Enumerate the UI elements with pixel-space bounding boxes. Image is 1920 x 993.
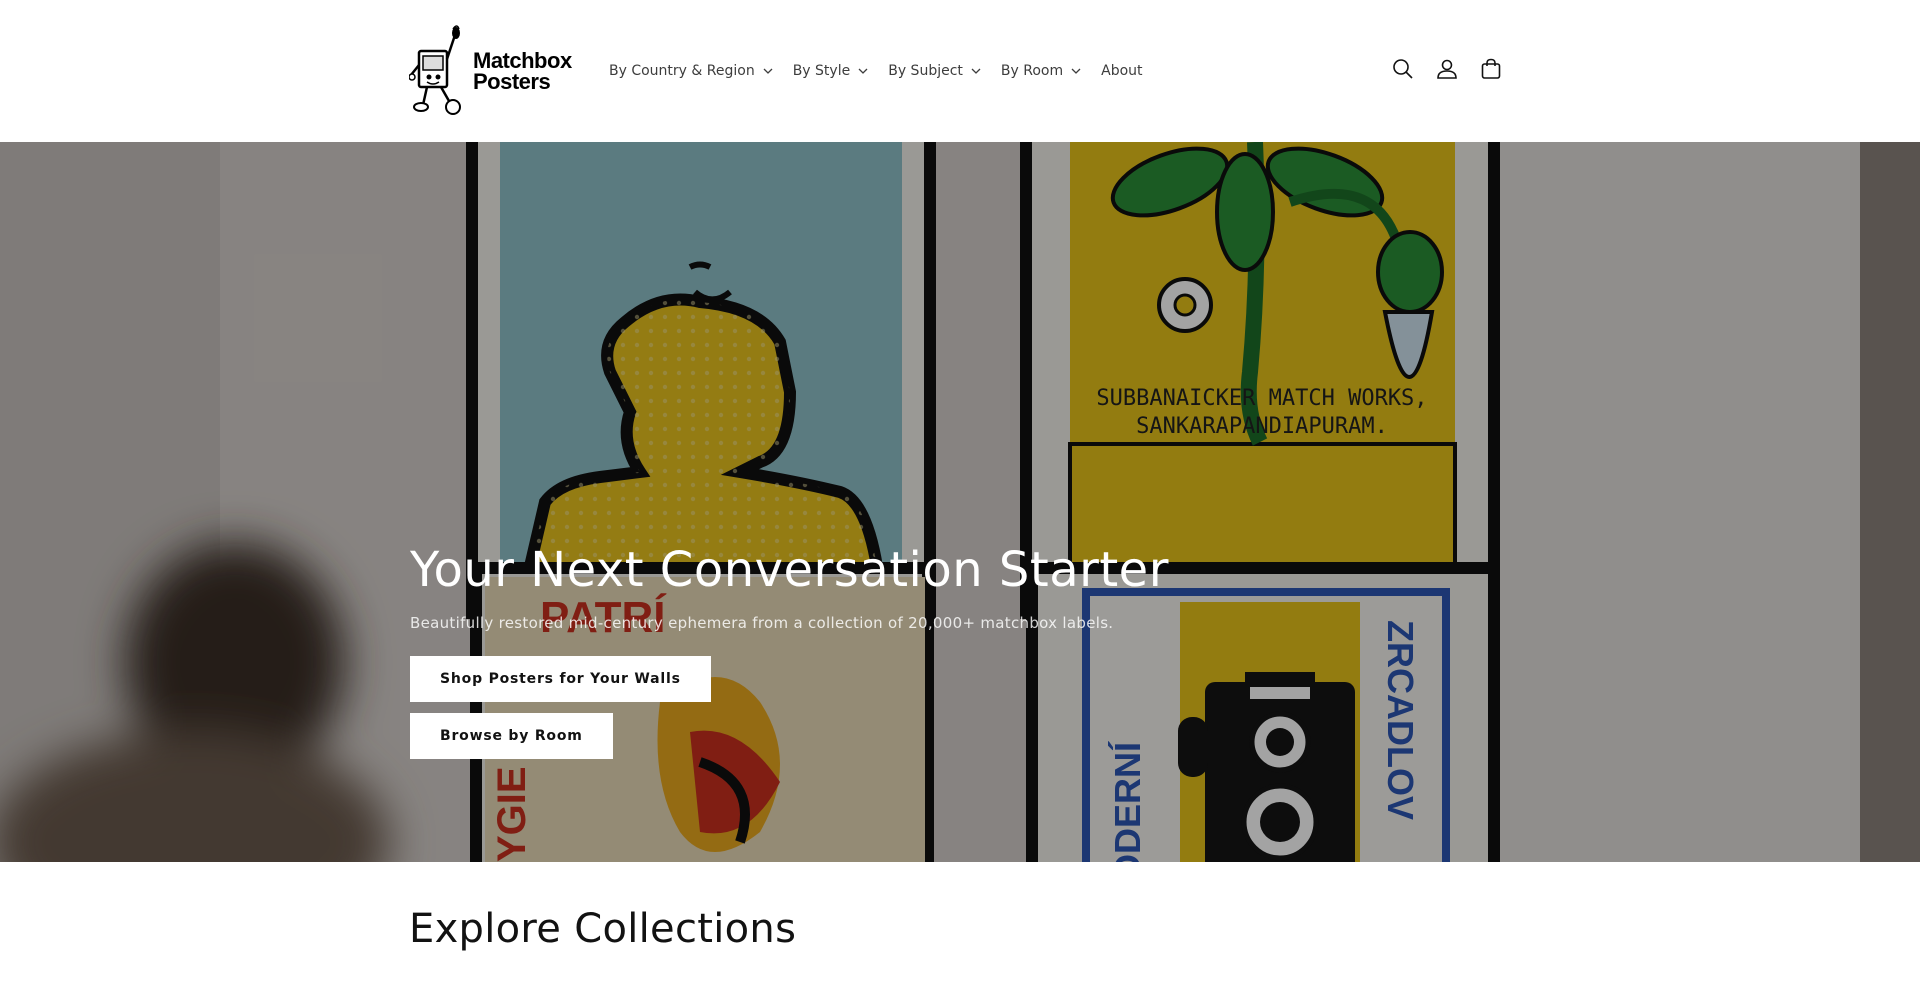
- nav-item-room[interactable]: By Room: [1001, 63, 1081, 79]
- header-icons: [1390, 56, 1504, 82]
- nav-item-label: By Subject: [888, 63, 963, 79]
- hero-subtitle: Beautifully restored mid-century ephemer…: [410, 613, 1114, 632]
- hero-content: Your Next Conversation Starter Beautiful…: [410, 542, 1310, 759]
- hero-banner: SUBBANAICKER MATCH WORKS, SANKARAPANDIAP…: [0, 142, 1920, 862]
- logo-line-1: Matchbox: [473, 48, 572, 73]
- chevron-down-icon: [971, 66, 981, 76]
- hero-title: Your Next Conversation Starter: [410, 542, 1169, 598]
- nav-item-style[interactable]: By Style: [793, 63, 869, 79]
- shop-posters-button[interactable]: Shop Posters for Your Walls: [410, 655, 711, 702]
- chevron-down-icon: [858, 66, 868, 76]
- nav-item-label: About: [1101, 63, 1143, 79]
- logo-line-2: Posters: [473, 69, 551, 94]
- matchbox-mascot-logo: [409, 25, 461, 115]
- explore-collections-heading: Explore Collections: [409, 906, 797, 952]
- browse-by-room-button[interactable]: Browse by Room: [410, 712, 613, 759]
- nav-item-label: By Room: [1000, 63, 1064, 79]
- chevron-down-icon: [763, 66, 773, 76]
- logo[interactable]: Matchbox Posters: [409, 25, 574, 117]
- chevron-down-icon: [1071, 66, 1081, 76]
- main-nav: By Country & Region By Style By Subject …: [609, 58, 1143, 84]
- site-header: Matchbox Posters By Country & Region By …: [0, 0, 1920, 142]
- nav-item-label: By Style: [792, 63, 851, 79]
- nav-item-subject[interactable]: By Subject: [888, 63, 981, 79]
- account-icon[interactable]: [1434, 56, 1460, 82]
- nav-item-about[interactable]: About: [1101, 63, 1142, 79]
- logo-wordmark: Matchbox Posters: [473, 48, 572, 94]
- search-icon[interactable]: [1390, 56, 1416, 82]
- cart-icon[interactable]: [1478, 56, 1504, 82]
- nav-item-label: By Country & Region: [609, 63, 755, 79]
- nav-item-country-region[interactable]: By Country & Region: [609, 63, 773, 79]
